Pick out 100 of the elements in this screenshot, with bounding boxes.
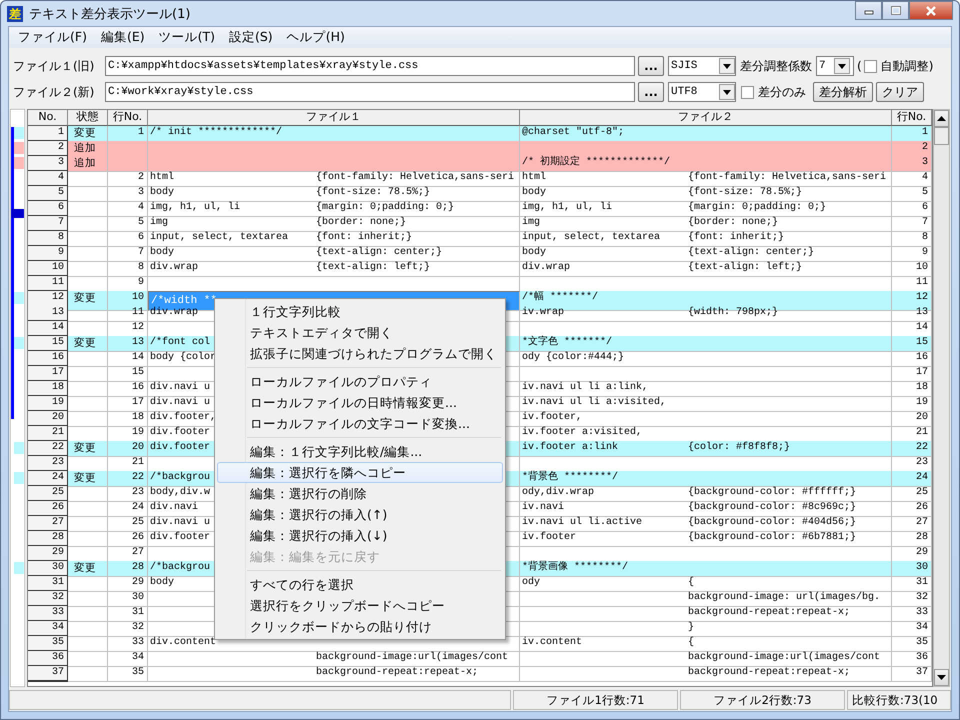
table-cell — [68, 246, 108, 262]
coefficient-dropdown[interactable]: 7 — [816, 56, 854, 76]
table-cell — [68, 231, 108, 247]
code-text: iv.navi — [522, 502, 564, 513]
column-header[interactable]: 状態 — [68, 110, 108, 126]
browse-button[interactable]: ... — [638, 82, 664, 102]
menu-item[interactable]: テキストエディタで開く — [217, 322, 503, 343]
menu-item[interactable]: 設定(S) — [222, 29, 280, 46]
diff-only-checkbox[interactable] — [741, 86, 754, 98]
code-text: div.navi u — [150, 382, 210, 393]
table-cell — [68, 666, 108, 682]
menu-item[interactable]: ローカルファイルのプロパティ — [217, 371, 503, 392]
table-cell: 変更 — [68, 561, 108, 577]
table-cell: 19 — [892, 396, 932, 412]
table-cell: 28 — [892, 531, 932, 547]
table-cell — [68, 216, 108, 232]
code-text: img — [522, 217, 540, 228]
column-header[interactable]: 行No. — [892, 110, 932, 126]
action-button[interactable]: クリア — [876, 82, 924, 102]
table-cell: 変更 — [68, 471, 108, 487]
code-text: div.wrap — [150, 307, 198, 318]
table-cell: 20 — [892, 411, 932, 427]
file-path-field[interactable]: C:¥work¥xray¥style.css — [105, 82, 635, 102]
table-cell: 8 — [108, 261, 148, 277]
column-header[interactable]: ファイル１ — [148, 110, 520, 126]
table-cell — [68, 186, 108, 202]
row-number: 26 — [28, 501, 68, 517]
browse-button[interactable]: ... — [638, 56, 664, 76]
code-text: img, h1, ul, li — [150, 202, 240, 213]
action-button[interactable]: 差分解析 — [813, 82, 873, 102]
table-cell: 変更 — [68, 291, 108, 311]
checkbox-label: 差分のみ — [758, 84, 806, 100]
maximize-button[interactable] — [882, 1, 909, 20]
auto-adjust-checkbox[interactable] — [864, 60, 877, 72]
code-text: iv.footer, — [522, 412, 582, 423]
minimize-button[interactable] — [855, 1, 882, 20]
code-text: iv.navi ul li.active — [522, 517, 642, 528]
table-cell: 23 — [108, 486, 148, 502]
scroll-up-button[interactable] — [934, 110, 949, 127]
menu-item[interactable]: 編集：選択行を隣へコピー — [217, 462, 503, 483]
code-text: div.content — [150, 637, 216, 648]
code-text: iv.navi ul li a:link, — [522, 382, 648, 393]
table-cell: 7 — [892, 216, 932, 232]
row-number: 21 — [28, 426, 68, 442]
column-header[interactable]: No. — [28, 110, 68, 126]
code-text: @charset "utf-8"; — [522, 127, 624, 138]
code-text: body,div.w — [150, 487, 210, 498]
menu-item[interactable]: 編集：１行文字列比較/編集... — [217, 441, 503, 462]
menu-item[interactable]: 編集：選択行の挿入(↓) — [217, 525, 503, 546]
menu-item[interactable]: ファイル(F) — [11, 29, 94, 46]
code-text: div.navi u — [150, 517, 210, 528]
menu-item[interactable]: 拡張子に関連づけられたプログラムで開く — [217, 343, 503, 364]
column-header[interactable]: ファイル２ — [520, 110, 892, 126]
table-cell: 24 — [108, 501, 148, 517]
menu-item[interactable]: 編集：選択行の挿入(↑) — [217, 504, 503, 525]
encoding-dropdown[interactable]: SJIS — [668, 56, 736, 76]
encoding-dropdown[interactable]: UTF8 — [668, 82, 736, 102]
menu-item[interactable]: １行文字列比較 — [217, 301, 503, 322]
table-cell: 25 — [892, 486, 932, 502]
table-cell: 14 — [108, 351, 148, 367]
code-text: {text-align: center;} — [316, 247, 442, 258]
file-path-field[interactable]: C:¥xampp¥htdocs¥assets¥templates¥xray¥style.css — [105, 56, 635, 76]
menu-item[interactable]: ツール(T) — [152, 29, 222, 46]
table-cell: 32 — [108, 621, 148, 637]
menu-item[interactable]: ヘルプ(H) — [280, 29, 352, 46]
table-cell: 変更 — [68, 126, 108, 142]
code-text: div.navi — [150, 502, 198, 513]
row-number: 14 — [28, 321, 68, 337]
table-cell: 24 — [892, 471, 932, 487]
scroll-down-button[interactable] — [934, 669, 949, 686]
table-cell — [68, 366, 108, 382]
menu-item[interactable]: すべての行を選択 — [217, 574, 503, 595]
row-number: 17 — [28, 366, 68, 382]
menu-item[interactable]: 編集(E) — [94, 29, 152, 46]
code-text: {background-color: #6b7881;} — [688, 532, 856, 543]
table-cell: 1 — [892, 126, 932, 142]
column-header[interactable]: 行No. — [108, 110, 148, 126]
close-button[interactable] — [909, 1, 953, 20]
code-text: iv.wrap — [522, 307, 564, 318]
field-label: ファイル２(新) — [13, 84, 96, 100]
table-cell: 33 — [108, 636, 148, 652]
menu-item[interactable]: クリックボードからの貼り付け — [217, 616, 503, 637]
table-cell: 37 — [892, 666, 932, 682]
code-text: } — [688, 622, 694, 633]
scrollbar-thumb[interactable] — [934, 127, 949, 145]
table-cell: 35 — [892, 636, 932, 652]
status-text: ファイル2行数:73 — [680, 690, 845, 710]
menu-item[interactable]: 選択行をクリップボードへコピー — [217, 595, 503, 616]
menu-item[interactable]: ローカルファイルの日時情報変更... — [217, 392, 503, 413]
code-text: {background-color: #8c969c;} — [688, 502, 856, 513]
code-text: background-image: url(images/bg. — [688, 592, 880, 603]
menu-item[interactable]: 編集：選択行の削除 — [217, 483, 503, 504]
row-number: 20 — [28, 411, 68, 427]
status-text: 比較行数:73(10 — [847, 690, 951, 710]
code-text: img, h1, ul, li — [522, 202, 612, 213]
row-number: 31 — [28, 576, 68, 592]
row-number: 10 — [28, 261, 68, 277]
table-cell: 30 — [108, 591, 148, 607]
menu-item[interactable]: ローカルファイルの文字コード変換... — [217, 413, 503, 434]
code-text: div.navi u — [150, 397, 210, 408]
